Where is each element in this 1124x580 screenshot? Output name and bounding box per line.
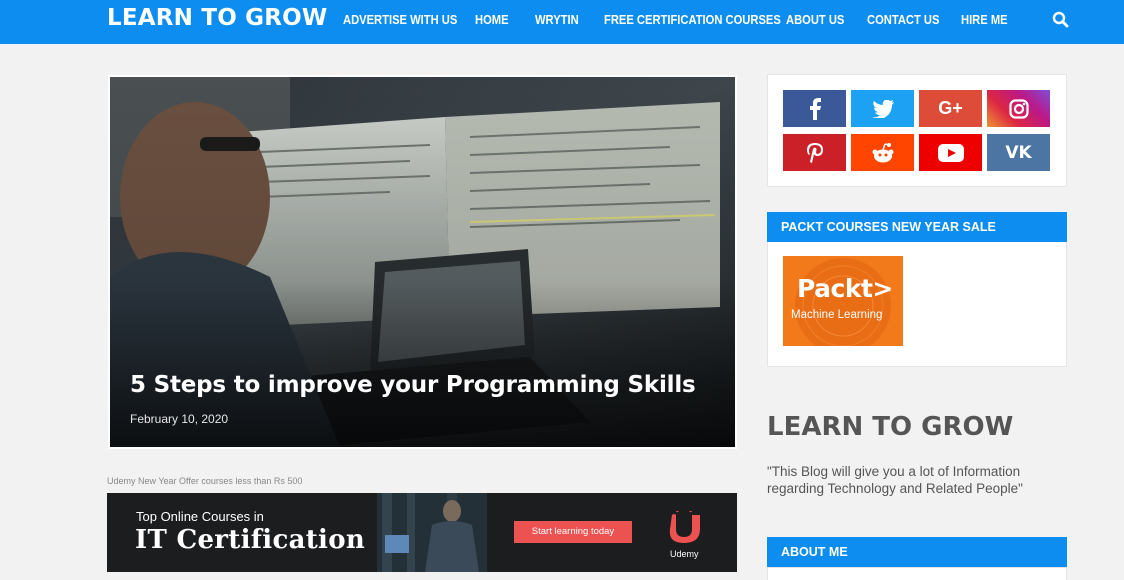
nav-advertise[interactable]: ADVERTISE WITH US (343, 12, 457, 27)
facebook-icon (809, 97, 821, 120)
nav-about-us[interactable]: ABOUT US (786, 12, 844, 27)
blog-about-title: LEARN TO GROW (767, 412, 1014, 442)
about-me-widget (767, 567, 1067, 580)
reddit-icon (872, 142, 893, 162)
udemy-ad-banner[interactable]: Top Online Courses in IT Certification S… (107, 493, 737, 572)
featured-post[interactable]: 5 Steps to improve your Programming Skil… (108, 75, 737, 449)
vk-icon: VK (1005, 142, 1032, 163)
instagram-icon (1008, 98, 1029, 119)
instagram-button[interactable] (987, 90, 1050, 127)
udemy-logo-icon (669, 511, 700, 543)
featured-post-date: February 10, 2020 (130, 412, 229, 426)
packt-widget: Packt> Machine Learning (767, 242, 1067, 367)
nav-hire-me[interactable]: HIRE ME (961, 12, 1008, 27)
google-plus-button[interactable]: G+ (919, 90, 982, 127)
youtube-button[interactable] (919, 134, 982, 171)
ad-headline: IT Certification (135, 525, 366, 555)
twitter-icon (871, 99, 894, 118)
pinterest-icon (806, 142, 823, 163)
twitter-button[interactable] (851, 90, 914, 127)
packt-subtitle: Machine Learning (791, 309, 883, 321)
youtube-icon (937, 143, 964, 162)
start-learning-button[interactable]: Start learning today (514, 521, 632, 543)
featured-post-image: 5 Steps to improve your Programming Skil… (110, 77, 735, 447)
packt-logo: Packt> (797, 274, 893, 303)
about-me-heading: ABOUT ME (767, 537, 1067, 567)
site-brand[interactable]: LEARN TO GROW (107, 5, 328, 31)
social-icons-widget: G+ VK (767, 74, 1067, 187)
pinterest-button[interactable] (783, 134, 846, 171)
nav-home[interactable]: HOME (475, 12, 509, 27)
nav-contact-us[interactable]: CONTACT US (867, 12, 939, 27)
packt-course-image[interactable]: Packt> Machine Learning (783, 256, 903, 346)
packt-widget-heading: PACKT COURSES NEW YEAR SALE (767, 212, 1067, 242)
reddit-button[interactable] (851, 134, 914, 171)
vk-button[interactable]: VK (987, 134, 1050, 171)
ad-logo-text: Udemy (670, 549, 699, 559)
google-plus-icon: G+ (938, 98, 963, 118)
nav-free-certification[interactable]: FREE CERTIFICATION COURSES (604, 12, 781, 27)
featured-post-title[interactable]: 5 Steps to improve your Programming Skil… (130, 372, 696, 398)
top-navbar: LEARN TO GROW ADVERTISE WITH US HOME WRY… (0, 0, 1124, 44)
search-icon[interactable] (1052, 11, 1070, 29)
facebook-button[interactable] (783, 90, 846, 127)
ad-caption: Udemy New Year Offer courses less than R… (107, 476, 303, 486)
blog-about-description: "This Blog will give you a lot of Inform… (767, 464, 1023, 496)
nav-wrytin[interactable]: WRYTIN (535, 12, 579, 27)
ad-subtitle: Top Online Courses in (136, 509, 264, 524)
